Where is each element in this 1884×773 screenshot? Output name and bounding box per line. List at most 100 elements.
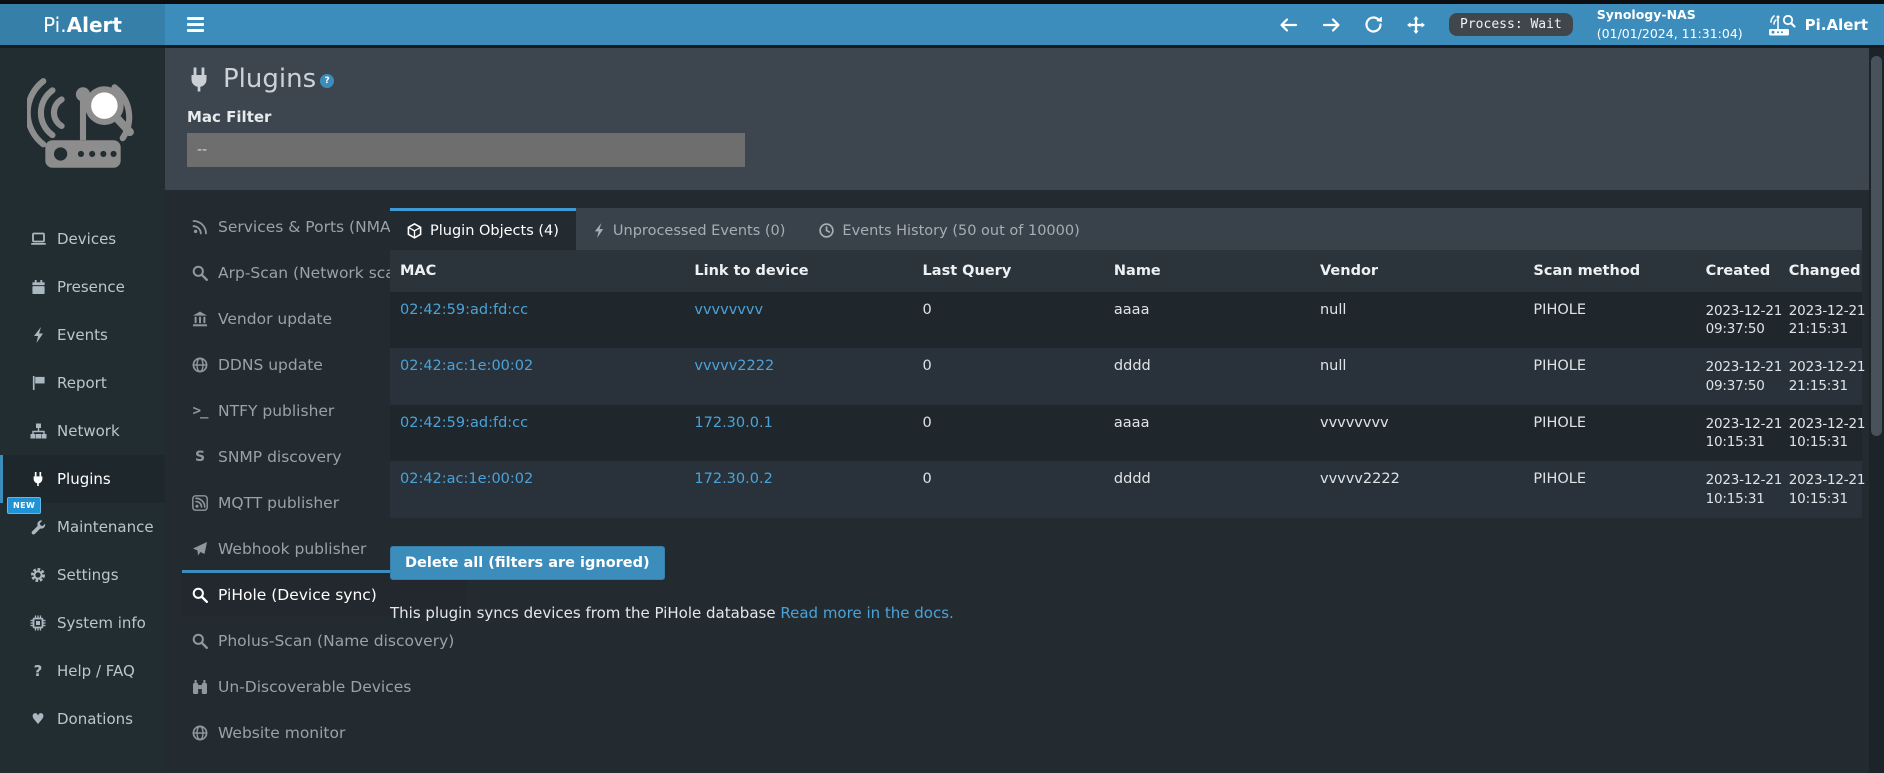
device-link[interactable]: 172.30.0.1 <box>694 415 772 431</box>
plugin-nav-item-un-discoverable[interactable]: Un-Discoverable Devices <box>182 662 467 708</box>
changed-cell: 2023-12-2110:15:31 <box>1779 461 1862 517</box>
col-created[interactable]: Created <box>1696 250 1779 292</box>
sidebar-item-label: Settings <box>57 566 119 584</box>
mac-link[interactable]: 02:42:59:ad:fd:cc <box>400 302 528 318</box>
sidebar-item-plugins[interactable]: Plugins <box>0 455 165 503</box>
col-link-to-device[interactable]: Link to device <box>684 250 912 292</box>
sidebar-item-label: Report <box>57 374 107 392</box>
flag-icon <box>27 375 49 391</box>
move-icon[interactable] <box>1407 16 1425 34</box>
host-time: (01/01/2024, 11:31:04) <box>1597 25 1743 43</box>
table-row: 02:42:59:ad:fd:cc 172.30.0.1 0 aaaa vvvv… <box>390 405 1862 461</box>
name-cell: dddd <box>1104 348 1310 404</box>
col-scan-method[interactable]: Scan method <box>1523 250 1695 292</box>
router-icon <box>1767 12 1797 38</box>
sidebar-toggle-icon[interactable] <box>183 13 208 35</box>
changed-cell: 2023-12-2110:15:31 <box>1779 405 1862 461</box>
sidebar-item-devices[interactable]: Devices <box>0 215 165 263</box>
sidebar-item-network[interactable]: Network <box>0 407 165 455</box>
globe-icon <box>189 725 211 741</box>
page-scrollbar[interactable] <box>1869 48 1884 773</box>
gear-icon <box>27 567 49 583</box>
mac-link[interactable]: 02:42:ac:1e:00:02 <box>400 471 533 487</box>
vendor-cell: null <box>1310 292 1523 348</box>
plugin-nav-item-website-monitor[interactable]: Website monitor <box>182 708 467 754</box>
sidebar-item-label: Presence <box>57 278 125 296</box>
process-status-badge: Process: Wait <box>1449 13 1573 36</box>
device-link[interactable]: vvvvvvvv <box>694 302 763 318</box>
sidebar-item-maintenance[interactable]: NEW Maintenance <box>0 503 165 551</box>
device-link[interactable]: 172.30.0.2 <box>694 471 772 487</box>
search-icon <box>189 265 211 281</box>
sidebar-item-events[interactable]: Events <box>0 311 165 359</box>
host-info: Synology-NAS (01/01/2024, 11:31:04) <box>1597 6 1743 42</box>
chip-icon <box>27 615 49 631</box>
cube-icon <box>407 223 422 239</box>
plugin-nav-label: Vendor update <box>218 310 332 328</box>
mac-filter-label: Mac Filter <box>187 108 1884 126</box>
last-query-cell: 0 <box>913 461 1104 517</box>
host-name: Synology-NAS <box>1597 6 1743 24</box>
forward-arrow-icon[interactable] <box>1322 17 1341 33</box>
plugin-description-text: This plugin syncs devices from the PiHol… <box>390 604 776 622</box>
table-row: 02:42:59:ad:fd:cc vvvvvvvv 0 aaaa null P… <box>390 292 1862 348</box>
sidebar-item-label: System info <box>57 614 146 632</box>
sidebar-item-report[interactable]: Report <box>0 359 165 407</box>
refresh-icon[interactable] <box>1365 16 1383 33</box>
plugin-nav-label: Pholus-Scan (Name discovery) <box>218 632 454 650</box>
sidebar-item-help-faq[interactable]: ? Help / FAQ <box>0 647 165 695</box>
plugin-nav-label: SNMP discovery <box>218 448 342 466</box>
last-query-cell: 0 <box>913 405 1104 461</box>
sidebar-item-system-info[interactable]: System info <box>0 599 165 647</box>
tab-label: Events History (50 out of 10000) <box>842 223 1079 239</box>
tab-events-history[interactable]: Events History (50 out of 10000) <box>802 208 1096 250</box>
scrollbar-thumb[interactable] <box>1871 56 1882 436</box>
col-changed[interactable]: Changed <box>1779 250 1862 292</box>
delete-all-button[interactable]: Delete all (filters are ignored) <box>390 546 665 580</box>
heart-icon: ♥ <box>27 710 49 728</box>
sidebar-logo-image <box>0 48 165 200</box>
device-link[interactable]: vvvvv2222 <box>694 358 774 374</box>
sidebar-item-settings[interactable]: Settings <box>0 551 165 599</box>
sidebar: Devices Presence Events Report Network <box>0 48 165 773</box>
vendor-cell: vvvvv2222 <box>1310 461 1523 517</box>
globe-icon <box>189 357 211 373</box>
col-last-query[interactable]: Last Query <box>913 250 1104 292</box>
created-cell: 2023-12-2109:37:50 <box>1696 292 1779 348</box>
plugin-nav-label: Website monitor <box>218 724 345 742</box>
back-arrow-icon[interactable] <box>1279 17 1298 33</box>
mac-link[interactable]: 02:42:ac:1e:00:02 <box>400 358 533 374</box>
sidebar-item-label: Plugins <box>57 470 111 488</box>
tab-label: Plugin Objects (4) <box>430 223 559 239</box>
col-name[interactable]: Name <box>1104 250 1310 292</box>
tab-unprocessed-events[interactable]: Unprocessed Events (0) <box>576 208 803 250</box>
plugin-content-box: Plugin Objects (4) Unprocessed Events (0… <box>390 208 1862 622</box>
col-mac[interactable]: MAC <box>390 250 684 292</box>
docs-link[interactable]: Read more in the docs. <box>780 604 953 622</box>
mac-filter-input[interactable] <box>187 133 745 167</box>
table-header-row: MAC Link to device Last Query Name Vendo… <box>390 250 1862 292</box>
calendar-icon <box>27 279 49 295</box>
app-logo[interactable]: Pi.Alert <box>0 4 165 45</box>
clock-icon <box>819 223 834 238</box>
brand-right[interactable]: Pi.Alert <box>1767 12 1868 38</box>
sidebar-item-presence[interactable]: Presence <box>0 263 165 311</box>
plugin-nav-label: DDNS update <box>218 356 323 374</box>
col-vendor[interactable]: Vendor <box>1310 250 1523 292</box>
name-cell: aaaa <box>1104 292 1310 348</box>
scan-method-cell: PIHOLE <box>1523 461 1695 517</box>
sidebar-item-donations[interactable]: ♥ Donations <box>0 695 165 743</box>
changed-cell: 2023-12-2121:15:31 <box>1779 292 1862 348</box>
mac-link[interactable]: 02:42:59:ad:fd:cc <box>400 415 528 431</box>
name-cell: dddd <box>1104 461 1310 517</box>
wrench-icon <box>27 519 49 535</box>
plugin-nav-item-pholus-scan[interactable]: Pholus-Scan (Name discovery) <box>182 616 467 662</box>
page-title: Plugins <box>223 64 316 94</box>
tab-plugin-objects[interactable]: Plugin Objects (4) <box>390 208 576 250</box>
plug-icon <box>27 471 49 487</box>
tab-bar: Plugin Objects (4) Unprocessed Events (0… <box>390 208 1862 250</box>
sidebar-menu: Devices Presence Events Report Network <box>0 215 165 743</box>
question-icon: ? <box>27 662 49 680</box>
created-cell: 2023-12-2110:15:31 <box>1696 405 1779 461</box>
help-badge[interactable]: ? <box>320 74 334 88</box>
